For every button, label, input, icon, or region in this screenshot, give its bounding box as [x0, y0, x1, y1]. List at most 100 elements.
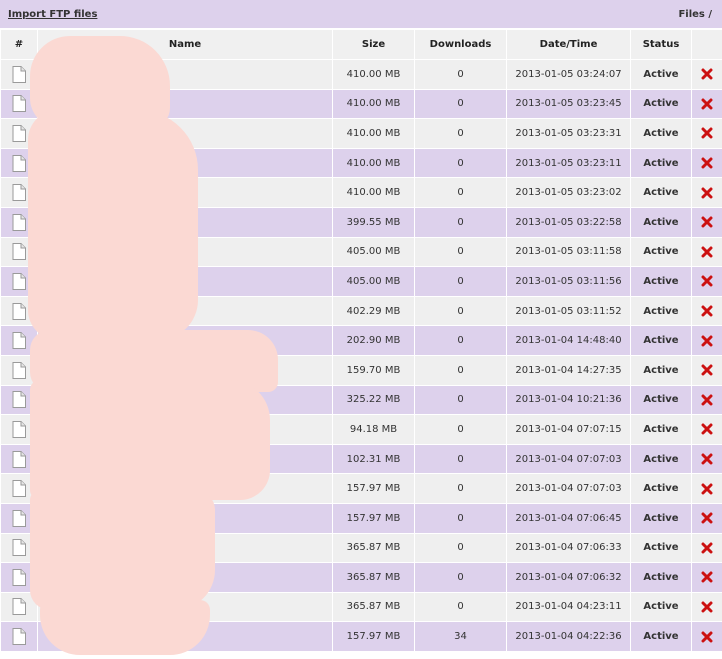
download-count: 34: [414, 621, 507, 652]
status-badge: Active: [630, 473, 692, 504]
delete-icon[interactable]: [701, 512, 713, 524]
upload-datetime: 2013-01-04 07:07:03: [506, 443, 631, 475]
file-icon: [12, 302, 26, 320]
column-header-number[interactable]: #: [0, 29, 38, 60]
table-row: 202.90 MB 0 2013-01-04 14:48:40 Active: [0, 325, 722, 356]
download-count: 0: [414, 206, 507, 238]
delete-cell: [691, 473, 722, 504]
table-row: 94.18 MB 0 2013-01-04 07:07:15 Active: [0, 414, 722, 445]
file-name-cell[interactable]: [37, 118, 333, 149]
download-count: 0: [414, 295, 507, 327]
file-name-cell[interactable]: [37, 473, 333, 504]
file-size: 159.70 MB: [332, 354, 415, 386]
row-icon-cell: [0, 59, 38, 90]
download-count: 0: [414, 177, 507, 208]
column-header-name[interactable]: Name: [37, 29, 333, 60]
breadcrumb[interactable]: Files /: [678, 9, 712, 20]
delete-icon[interactable]: [701, 275, 713, 287]
delete-icon[interactable]: [701, 483, 713, 495]
upload-datetime: 2013-01-04 04:22:36: [506, 621, 631, 652]
column-header-size[interactable]: Size: [332, 29, 415, 60]
file-icon: [12, 184, 26, 202]
download-count: 0: [414, 59, 507, 90]
file-name-cell[interactable]: [37, 502, 333, 534]
delete-cell: [691, 325, 722, 356]
file-size: 399.55 MB: [332, 206, 415, 238]
delete-icon[interactable]: [701, 187, 713, 199]
table-row: 159.70 MB 0 2013-01-04 14:27:35 Active: [0, 354, 722, 386]
delete-icon[interactable]: [701, 571, 713, 583]
delete-cell: [691, 414, 722, 445]
file-name-cell[interactable]: [37, 295, 333, 327]
delete-icon[interactable]: [701, 127, 713, 139]
file-name-cell[interactable]: [37, 591, 333, 623]
file-name-cell[interactable]: [37, 562, 333, 593]
file-name-cell[interactable]: [37, 59, 333, 90]
row-icon-cell: [0, 621, 38, 652]
delete-icon[interactable]: [701, 423, 713, 435]
column-header-datetime[interactable]: Date/Time: [506, 29, 631, 60]
delete-icon[interactable]: [701, 453, 713, 465]
delete-cell: [691, 88, 722, 120]
file-size: 365.87 MB: [332, 591, 415, 623]
table-row: 157.97 MB 34 2013-01-04 04:22:36 Active: [0, 621, 722, 652]
file-size: 410.00 MB: [332, 59, 415, 90]
row-icon-cell: [0, 591, 38, 623]
file-size: 410.00 MB: [332, 147, 415, 179]
file-icon: [12, 509, 26, 527]
delete-cell: [691, 177, 722, 208]
delete-icon[interactable]: [701, 305, 713, 317]
delete-icon[interactable]: [701, 335, 713, 347]
status-badge: Active: [630, 443, 692, 475]
file-name-cell[interactable]: [37, 177, 333, 208]
download-count: 0: [414, 473, 507, 504]
delete-icon[interactable]: [701, 216, 713, 228]
file-name-cell[interactable]: [37, 443, 333, 475]
top-bar: Import FTP files Files /: [0, 0, 722, 28]
column-header-status[interactable]: Status: [630, 29, 692, 60]
row-icon-cell: [0, 325, 38, 356]
table-row: 410.00 MB 0 2013-01-05 03:23:02 Active: [0, 177, 722, 208]
file-name-cell[interactable]: [37, 532, 333, 564]
upload-datetime: 2013-01-04 07:07:03: [506, 473, 631, 504]
status-badge: Active: [630, 621, 692, 652]
file-name-cell[interactable]: [37, 236, 333, 268]
file-name-cell[interactable]: [37, 147, 333, 179]
file-name-cell[interactable]: [37, 266, 333, 297]
delete-icon[interactable]: [701, 394, 713, 406]
import-ftp-files-link[interactable]: Import FTP files: [8, 9, 97, 20]
column-header-downloads[interactable]: Downloads: [414, 29, 507, 60]
file-name-cell[interactable]: [37, 414, 333, 445]
file-size: 325.22 MB: [332, 384, 415, 416]
file-name-cell[interactable]: [37, 88, 333, 120]
delete-icon[interactable]: [701, 98, 713, 110]
delete-icon[interactable]: [701, 68, 713, 80]
upload-datetime: 2013-01-04 14:48:40: [506, 325, 631, 356]
file-name-cell[interactable]: [37, 621, 333, 652]
table-row: 365.87 MB 0 2013-01-04 07:06:32 Active: [0, 562, 722, 593]
status-badge: Active: [630, 177, 692, 208]
download-count: 0: [414, 325, 507, 356]
table-row: 405.00 MB 0 2013-01-05 03:11:58 Active: [0, 236, 722, 268]
file-size: 405.00 MB: [332, 266, 415, 297]
row-icon-cell: [0, 384, 38, 416]
row-icon-cell: [0, 473, 38, 504]
table-row: 410.00 MB 0 2013-01-05 03:23:31 Active: [0, 118, 722, 149]
delete-icon[interactable]: [701, 631, 713, 643]
file-name-cell[interactable]: [37, 384, 333, 416]
delete-icon[interactable]: [701, 364, 713, 376]
file-icon: [12, 420, 26, 438]
delete-icon[interactable]: [701, 601, 713, 613]
delete-icon[interactable]: [701, 542, 713, 554]
file-name-cell[interactable]: [37, 325, 333, 356]
file-name-cell[interactable]: [37, 206, 333, 238]
table-row: 399.55 MB 0 2013-01-05 03:22:58 Active: [0, 206, 722, 238]
delete-icon[interactable]: [701, 246, 713, 258]
file-icon: [12, 213, 26, 231]
table-row: 402.29 MB 0 2013-01-05 03:11:52 Active: [0, 295, 722, 327]
delete-cell: [691, 591, 722, 623]
file-size: 157.97 MB: [332, 621, 415, 652]
delete-icon[interactable]: [701, 157, 713, 169]
file-name-cell[interactable]: [37, 354, 333, 386]
download-count: 0: [414, 591, 507, 623]
